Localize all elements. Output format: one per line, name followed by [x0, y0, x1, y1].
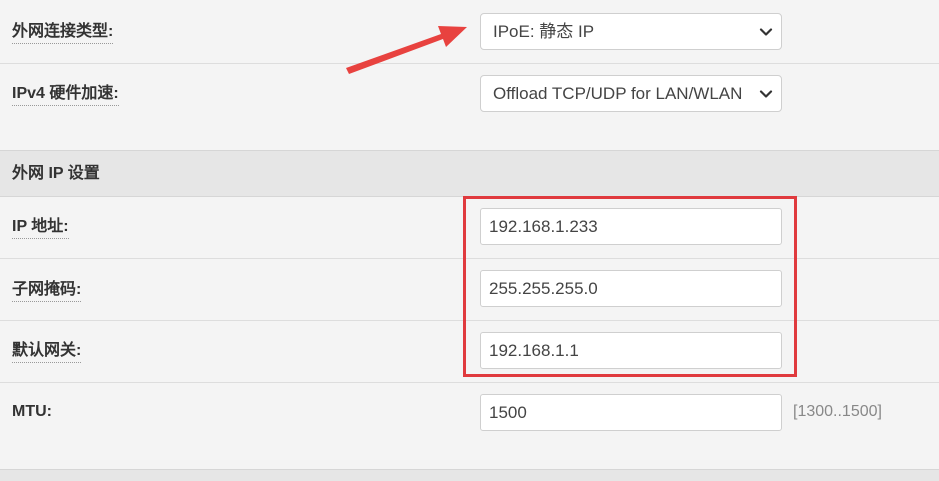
settings-page: 外网连接类型: IPoE: 静态 IP IPv4 硬件加速: Offload T… — [0, 0, 939, 481]
netmask-input[interactable] — [480, 270, 782, 307]
row-gateway: 默认网关: — [0, 321, 939, 383]
hw-accel-select[interactable]: Offload TCP/UDP for LAN/WLAN — [480, 75, 782, 112]
chevron-down-icon — [759, 90, 773, 98]
connection-type-select[interactable]: IPoE: 静态 IP — [480, 13, 782, 50]
hw-accel-label: IPv4 硬件加速: — [12, 84, 119, 106]
row-connection-type: 外网连接类型: IPoE: 静态 IP — [0, 0, 939, 64]
netmask-label: 子网掩码: — [12, 280, 82, 302]
row-netmask: 子网掩码: — [0, 259, 939, 321]
hw-accel-selected: Offload TCP/UDP for LAN/WLAN — [493, 84, 743, 103]
section-header-wan-ip: 外网 IP 设置 — [0, 150, 939, 197]
connection-type-selected: IPoE: 静态 IP — [493, 22, 595, 41]
bottom-section-strip — [0, 470, 939, 481]
row-mtu: MTU: [1300..1500] — [0, 383, 939, 470]
chevron-down-icon — [759, 28, 773, 36]
gateway-input[interactable] — [480, 332, 782, 369]
mtu-label: MTU: — [12, 403, 52, 420]
connection-type-label: 外网连接类型: — [12, 22, 114, 44]
gateway-label: 默认网关: — [12, 341, 82, 363]
ip-address-input[interactable] — [480, 208, 782, 245]
section-title: 外网 IP 设置 — [12, 165, 100, 182]
mtu-input[interactable] — [480, 394, 782, 431]
ip-address-label: IP 地址: — [12, 217, 69, 239]
row-ip-address: IP 地址: — [0, 197, 939, 259]
row-hw-accel: IPv4 硬件加速: Offload TCP/UDP for LAN/WLAN — [0, 64, 939, 150]
mtu-range-hint: [1300..1500] — [793, 403, 882, 420]
